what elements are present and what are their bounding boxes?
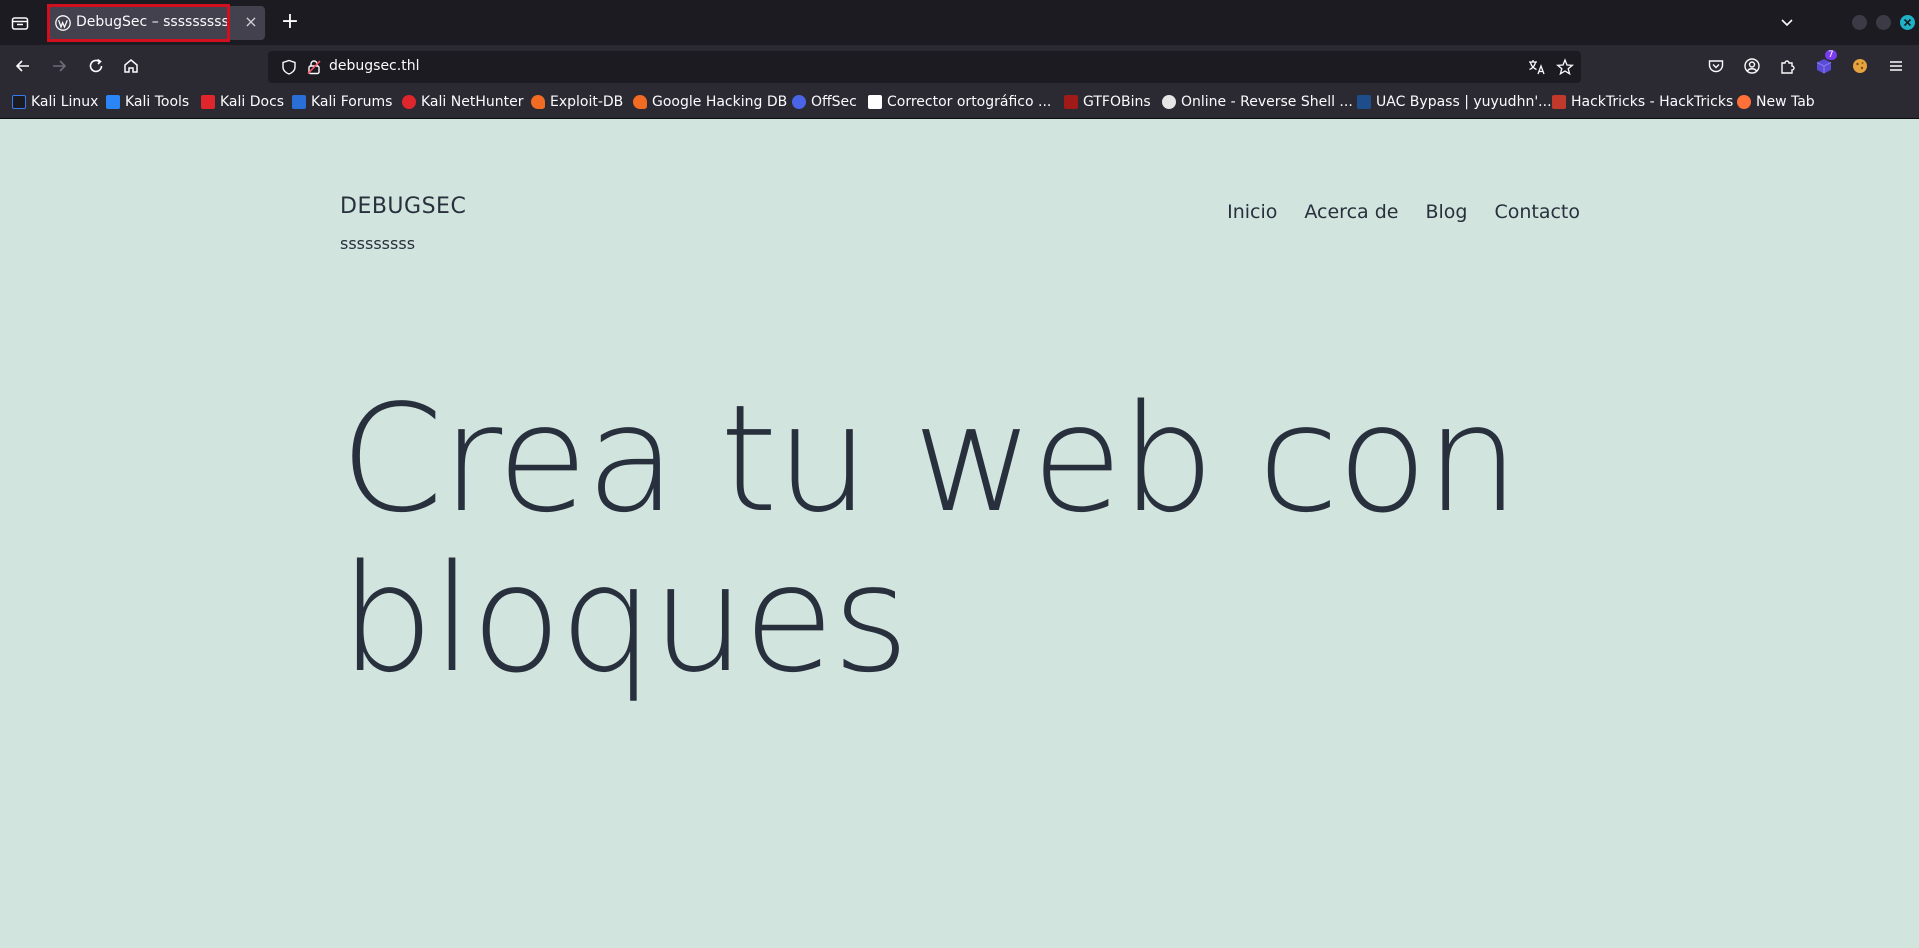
hero-heading: Crea tu web con bloques — [340, 379, 1600, 699]
translate-icon[interactable] — [1528, 59, 1546, 79]
kali-tools-icon — [106, 95, 120, 109]
bookmark-item[interactable]: Kali Linux — [12, 92, 98, 112]
maximize-window-button[interactable] — [1876, 15, 1891, 30]
extension-cube-icon[interactable]: 7 — [1813, 50, 1837, 77]
nav-link-acerca-de[interactable]: Acerca de — [1304, 201, 1398, 223]
site-description: sssssssss — [340, 234, 416, 253]
bookmark-item[interactable]: UAC Bypass | yuyudhn'... — [1357, 92, 1552, 112]
corrector-icon — [868, 95, 882, 109]
minimize-window-button[interactable] — [1852, 15, 1867, 30]
hero-heading-line-1: Crea tu web con — [340, 373, 1519, 545]
kali-dragon-icon — [12, 95, 26, 109]
forward-arrow-icon[interactable] — [48, 55, 70, 77]
list-all-tabs-icon[interactable] — [10, 13, 30, 33]
bookmark-item[interactable]: Corrector ortográfico ... — [868, 92, 1051, 112]
bookmark-item[interactable]: GTFOBins — [1064, 92, 1151, 112]
kali-docs-icon — [201, 95, 215, 109]
bookmark-star-icon[interactable] — [1556, 58, 1574, 80]
nav-link-contacto[interactable]: Contacto — [1494, 201, 1580, 223]
bookmark-item[interactable]: Online - Reverse Shell ... — [1162, 92, 1353, 112]
exploit-db-icon — [531, 95, 545, 109]
pocket-icon[interactable] — [1705, 55, 1727, 77]
bookmark-item[interactable]: Kali Tools — [106, 92, 189, 112]
close-window-button[interactable] — [1900, 15, 1915, 30]
chevron-down-icon[interactable] — [1777, 12, 1797, 32]
ghdb-icon — [633, 95, 647, 109]
url-text[interactable]: debugsec.thl — [329, 58, 419, 74]
bookmarks-toolbar: Kali Linux Kali Tools Kali Docs Kali For… — [0, 87, 1919, 119]
primary-navigation: Inicio Acerca de Blog Contacto — [1227, 201, 1580, 223]
bookmark-item[interactable]: HackTricks - HackTricks — [1552, 92, 1733, 112]
bookmark-item[interactable]: Google Hacking DB — [633, 92, 787, 112]
bookmark-item[interactable]: Kali Docs — [201, 92, 284, 112]
new-tab-button[interactable]: + — [279, 11, 301, 33]
bookmark-item[interactable]: Kali NetHunter — [402, 92, 523, 112]
gtfobins-icon — [1064, 95, 1078, 109]
hamburger-menu-icon[interactable] — [1885, 55, 1907, 77]
kali-forums-icon — [292, 95, 306, 109]
insecure-lock-icon[interactable] — [306, 59, 322, 79]
bookmark-item[interactable]: OffSec — [792, 92, 857, 112]
navigation-toolbar: debugsec.thl 7 — [0, 45, 1919, 87]
close-tab-icon[interactable]: × — [241, 12, 261, 32]
bookmark-item[interactable]: New Tab — [1737, 92, 1815, 112]
wordpress-icon — [55, 15, 71, 31]
skull-icon — [1162, 95, 1176, 109]
extension-badge: 7 — [1825, 50, 1837, 60]
tab-strip: DebugSec – sssssssss × + — [0, 0, 1919, 45]
bookmark-item[interactable]: Kali Forums — [292, 92, 392, 112]
shield-icon[interactable] — [281, 59, 297, 79]
site-title[interactable]: DEBUGSEC — [340, 194, 466, 219]
kali-nethunter-icon — [402, 95, 416, 109]
bookmark-item[interactable]: Exploit-DB — [531, 92, 623, 112]
uac-bypass-icon — [1357, 95, 1371, 109]
nav-link-blog[interactable]: Blog — [1425, 201, 1467, 223]
home-icon[interactable] — [120, 55, 142, 77]
cookie-extension-icon[interactable] — [1849, 55, 1871, 77]
hero-heading-line-2: bloques — [340, 533, 910, 705]
extensions-puzzle-icon[interactable] — [1777, 55, 1799, 77]
back-arrow-icon[interactable] — [12, 55, 34, 77]
tab-debugsec[interactable]: DebugSec – sssssssss × — [47, 6, 265, 40]
firefox-icon — [1737, 95, 1751, 109]
nav-link-inicio[interactable]: Inicio — [1227, 201, 1277, 223]
url-bar[interactable]: debugsec.thl — [268, 51, 1581, 83]
offsec-icon — [792, 95, 806, 109]
tab-title: DebugSec – sssssssss — [76, 14, 229, 30]
web-page: DEBUGSEC sssssssss Inicio Acerca de Blog… — [0, 119, 1919, 948]
account-icon[interactable] — [1741, 55, 1763, 77]
hacktricks-icon — [1552, 95, 1566, 109]
reload-icon[interactable] — [85, 55, 107, 77]
